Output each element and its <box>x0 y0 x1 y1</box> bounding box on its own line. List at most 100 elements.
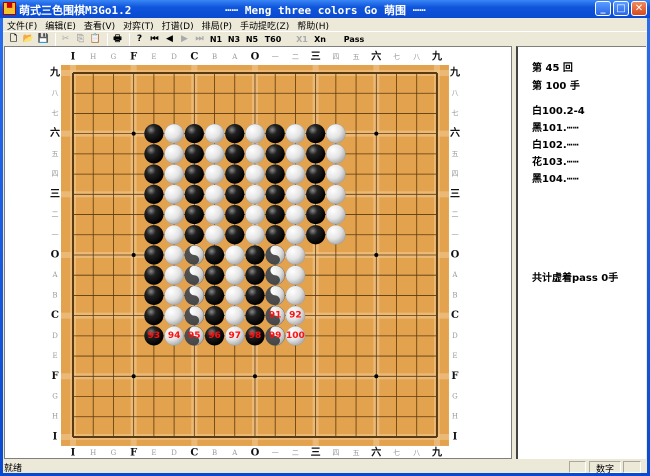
row-label: H <box>52 413 58 421</box>
white-stone <box>245 184 265 205</box>
column-label: 六 <box>371 50 381 63</box>
menu-item[interactable]: 对弈(T) <box>119 18 158 32</box>
open-folder-icon[interactable]: 📂 <box>22 33 35 46</box>
t60-icon[interactable]: T60 <box>262 33 284 46</box>
three-color-stone <box>265 285 286 306</box>
menu-item[interactable]: 帮助(H) <box>293 18 333 32</box>
column-label: 六 <box>371 445 381 458</box>
white-stone <box>285 224 306 245</box>
black-stone <box>144 265 164 285</box>
status-bar: 就绪 数字 <box>3 460 647 475</box>
black-stone <box>306 124 326 144</box>
star-point <box>131 374 136 379</box>
move-number: 99 <box>269 331 282 341</box>
row-label: B <box>452 291 457 299</box>
new-file-icon[interactable]: 🗋 <box>7 33 20 46</box>
star-point <box>131 252 136 257</box>
menu-item[interactable]: 打谱(D) <box>158 18 198 32</box>
go-board[interactable]: IIHHGGFFEEDDCCBBAAOO一一二二三三四四五五六六七七八八九九九九… <box>5 47 513 460</box>
black-stone <box>265 204 285 225</box>
black-stone <box>144 204 164 225</box>
black-stone <box>225 164 245 184</box>
copy-icon[interactable]: ⎘ <box>74 33 87 46</box>
print-icon[interactable]: 🖶 <box>111 33 124 46</box>
black-stone <box>204 285 225 306</box>
black-stone <box>265 225 285 245</box>
board-panel: IIHHGGFFEEDDCCBBAAOO一一二二三三四四五五六六七七八八九九九九… <box>4 46 512 459</box>
column-label: G <box>111 449 117 457</box>
n3-icon[interactable]: N3 <box>226 33 242 46</box>
n5-icon[interactable]: N5 <box>244 33 260 46</box>
record-line: 花103.┅┅ <box>532 157 579 168</box>
black-stone <box>144 245 164 265</box>
black-stone <box>184 225 204 245</box>
row-label: 七 <box>451 108 458 117</box>
black-stone <box>245 306 265 326</box>
three-color-stone <box>265 245 286 265</box>
record-line: 白100.2-4 <box>532 106 585 117</box>
status-pane <box>623 461 641 473</box>
column-label: O <box>251 52 260 63</box>
menu-item[interactable]: 排局(P) <box>198 18 236 32</box>
white-stone <box>164 305 184 326</box>
three-color-stone <box>184 285 205 306</box>
cut-icon[interactable]: ✂ <box>59 33 72 46</box>
x1-icon[interactable]: X1 <box>294 33 310 46</box>
column-label: B <box>212 53 217 61</box>
white-stone <box>285 265 306 285</box>
white-stone <box>164 204 184 225</box>
window-title: 萌式三色围棋M3Go1.2 <box>19 4 132 17</box>
row-label: E <box>52 352 57 360</box>
column-label: 三 <box>311 446 321 458</box>
row-label: 一 <box>52 231 59 239</box>
menu-item[interactable]: 查看(V) <box>80 18 119 32</box>
black-stone <box>225 124 245 144</box>
menu-item[interactable]: 文件(F) <box>3 18 41 32</box>
minimize-button[interactable]: _ <box>595 1 611 16</box>
star-point <box>374 131 379 136</box>
pass-total: 共计虚着pass 0手 <box>532 273 619 284</box>
row-label: 一 <box>451 231 458 239</box>
status-text: 就绪 <box>4 464 23 474</box>
column-label: B <box>212 449 217 457</box>
menu-bar: 文件(F) 编辑(E) 查看(V) 对弈(T) 打谱(D) 排局(P) 手动提吃(Z) 帮助(… <box>3 18 647 32</box>
move-number: 94 <box>168 331 181 341</box>
row-label: C <box>51 310 59 321</box>
help-icon[interactable]: ? <box>133 33 146 46</box>
record-line: 白102.┅┅ <box>532 140 579 151</box>
white-stone <box>285 285 306 306</box>
white-stone <box>164 265 184 285</box>
star-point <box>374 252 379 257</box>
next-move-icon[interactable]: ▶ <box>178 33 191 46</box>
move-number: 98 <box>249 331 262 341</box>
white-stone <box>204 184 225 205</box>
first-move-icon[interactable]: ⏮ <box>148 33 161 46</box>
previous-move-icon[interactable]: ◀ <box>163 33 176 46</box>
row-label: 三 <box>450 188 460 200</box>
row-label: O <box>451 249 460 260</box>
three-color-stone <box>184 265 205 286</box>
paste-icon[interactable]: 📋 <box>89 33 102 46</box>
black-stone <box>144 225 164 245</box>
menu-item[interactable]: 手动提吃(Z) <box>236 18 293 32</box>
row-label: 四 <box>451 170 458 178</box>
save-icon[interactable]: 💾 <box>37 33 50 46</box>
menu-item[interactable]: 编辑(E) <box>41 18 80 32</box>
row-label: D <box>452 332 458 340</box>
row-label: F <box>51 371 58 382</box>
move-label: 第 100 手 <box>532 81 580 92</box>
white-stone <box>285 204 306 225</box>
white-stone <box>164 184 184 205</box>
last-move-icon[interactable]: ⏭ <box>193 33 206 46</box>
title-bar[interactable]: ■ 萌式三色围棋M3Go1.2 ┅┅ Meng three colors Go … <box>0 0 650 18</box>
close-button[interactable]: ✕ <box>631 1 647 16</box>
move-number: 95 <box>188 331 201 341</box>
xn-icon[interactable]: Xn <box>312 33 328 46</box>
white-stone <box>326 144 346 164</box>
n1-icon[interactable]: N1 <box>208 33 224 46</box>
row-label: O <box>51 249 60 260</box>
pass-icon[interactable]: Pass <box>340 33 368 46</box>
maximize-button[interactable]: □ <box>613 1 629 16</box>
row-label: B <box>52 291 57 299</box>
black-stone <box>184 144 204 164</box>
